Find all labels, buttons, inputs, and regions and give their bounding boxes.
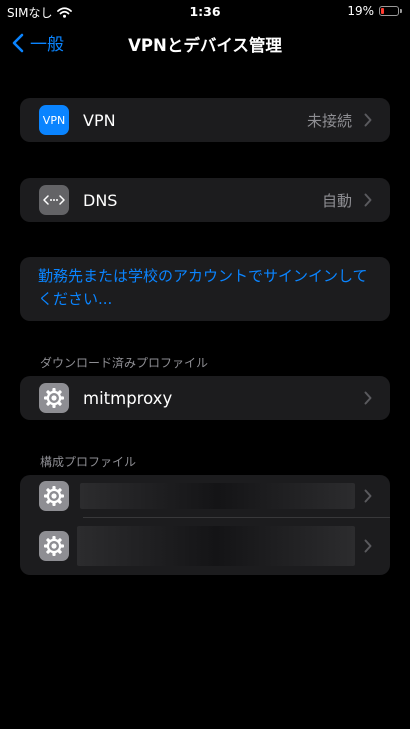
battery-cap bbox=[400, 9, 402, 13]
redacted-profile-name bbox=[77, 526, 355, 566]
gear-glyph bbox=[44, 486, 64, 506]
signin-link[interactable]: 勤務先または学校のアカウントでサインインしてください... bbox=[20, 257, 390, 321]
battery-icon bbox=[379, 6, 399, 16]
vpn-label: VPN bbox=[83, 110, 116, 130]
chevron-right-icon bbox=[364, 391, 372, 405]
dns-row[interactable]: DNS 自動 bbox=[20, 178, 390, 222]
vpn-status-value: 未接続 bbox=[306, 111, 352, 130]
vpn-group: VPN VPN 未接続 bbox=[20, 98, 390, 142]
downloaded-profiles-header: ダウンロード済みプロファイル bbox=[40, 356, 209, 370]
config-profile-row[interactable] bbox=[20, 475, 390, 517]
chevron-right-icon bbox=[364, 539, 372, 553]
dns-icon bbox=[39, 185, 69, 215]
chevron-right-icon bbox=[364, 113, 372, 127]
vpn-icon: VPN bbox=[39, 105, 69, 135]
status-bar: SIMなし 1:36 19% bbox=[0, 0, 410, 22]
redacted-profile-name bbox=[80, 483, 355, 509]
dns-arrows-icon bbox=[43, 195, 65, 205]
gear-glyph bbox=[44, 388, 64, 408]
chevron-right-icon bbox=[364, 193, 372, 207]
config-profiles-header: 構成プロファイル bbox=[40, 455, 137, 469]
battery-level-fill bbox=[381, 8, 384, 14]
dns-value: 自動 bbox=[321, 191, 352, 210]
gear-icon bbox=[39, 383, 69, 413]
battery-percent: 19% bbox=[347, 4, 374, 18]
config-profiles-group bbox=[20, 475, 390, 575]
profile-label: mitmproxy bbox=[83, 388, 173, 408]
vpn-icon-label: VPN bbox=[42, 113, 66, 127]
gear-icon bbox=[39, 531, 69, 561]
nav-bar: 一般 VPNとデバイス管理 bbox=[0, 28, 410, 58]
profile-row-mitmproxy[interactable]: mitmproxy bbox=[20, 376, 390, 420]
dns-group: DNS 自動 bbox=[20, 178, 390, 222]
gear-glyph bbox=[44, 536, 64, 556]
status-right: 19% bbox=[347, 4, 402, 18]
config-profile-row[interactable] bbox=[20, 517, 390, 575]
downloaded-profiles-group: mitmproxy bbox=[20, 376, 390, 420]
vpn-row[interactable]: VPN VPN 未接続 bbox=[20, 98, 390, 142]
chevron-right-icon bbox=[364, 489, 372, 503]
dns-label: DNS bbox=[83, 190, 118, 210]
gear-icon bbox=[39, 481, 69, 511]
page-title: VPNとデバイス管理 bbox=[128, 36, 282, 55]
